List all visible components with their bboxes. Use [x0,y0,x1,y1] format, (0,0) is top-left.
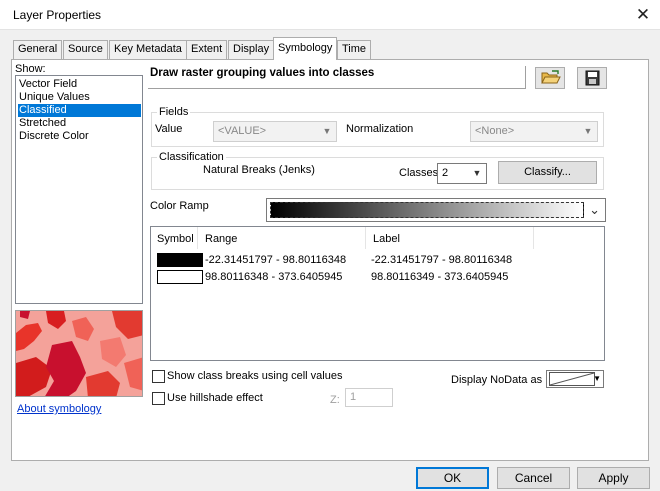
normalization-dropdown[interactable]: <None> ▼ [470,121,598,142]
chevron-down-icon: ⌄ [589,202,600,217]
open-layer-file-button[interactable] [535,67,565,89]
class-symbol-swatch[interactable] [157,270,203,284]
classes-dropdown-text: 2 [442,167,449,179]
tab-general[interactable]: General [13,40,63,59]
chevron-down-icon: ▼ [472,168,482,178]
value-label: Value [155,123,183,135]
column-header-symbol[interactable]: Symbol [151,227,198,249]
classification-group-label: Classification [157,151,226,163]
chevron-down-icon: ▼ [322,126,332,136]
renderer-heading: Draw raster grouping values into classes [150,67,375,79]
class-label[interactable]: -22.31451797 - 98.80116348 [371,254,512,266]
z-factor-input[interactable]: 1 [345,388,393,407]
show-item-stretched[interactable]: Stretched [18,117,141,130]
class-label[interactable]: 98.80116349 - 373.6405945 [371,271,508,283]
class-range[interactable]: 98.80116348 - 373.6405945 [205,271,342,283]
value-dropdown[interactable]: <VALUE> ▼ [213,121,337,142]
nodata-color-dropdown[interactable]: ▼ [546,370,604,388]
about-symbology-link[interactable]: About symbology [17,403,101,415]
ok-button[interactable]: OK [416,467,489,489]
value-dropdown-text: <VALUE> [218,125,267,137]
color-ramp-label: Color Ramp [150,200,209,212]
chevron-down-icon: ▼ [583,126,593,136]
show-class-breaks-label: Show class breaks using cell values [167,370,343,382]
z-label: Z: [330,394,340,406]
tab-key-metadata[interactable]: Key Metadata [109,40,187,59]
show-item-vector-field[interactable]: Vector Field [18,78,141,91]
classes-dropdown[interactable]: 2 ▼ [437,163,487,184]
symbology-preview-image [15,310,143,397]
show-item-classified[interactable]: Classified [18,104,141,117]
class-symbol-swatch[interactable] [157,253,203,267]
hillshade-checkbox[interactable] [152,392,165,405]
color-ramp-gradient [270,202,584,218]
save-icon [585,70,600,86]
class-table[interactable]: Symbol Range Label -22.31451797 - 98.801… [150,226,605,361]
tab-extent[interactable]: Extent [186,40,228,59]
folder-open-icon [541,70,561,84]
show-item-discrete-color[interactable]: Discrete Color [18,130,141,143]
tab-symbology[interactable]: Symbology [273,37,338,60]
hillshade-label: Use hillshade effect [167,392,263,404]
column-header-range[interactable]: Range [199,227,366,249]
column-header-label[interactable]: Label [367,227,534,249]
show-label: Show: [15,63,46,75]
nodata-label: Display NoData as [451,374,543,386]
color-ramp-dropdown[interactable]: ⌄ [266,198,606,222]
class-range[interactable]: -22.31451797 - 98.80116348 [205,254,346,266]
close-icon[interactable]: ✕ [632,4,654,26]
tab-display[interactable]: Display [228,40,275,59]
normalization-dropdown-text: <None> [475,125,515,137]
classify-button[interactable]: Classify... [498,161,597,184]
raster-preview-graphic [16,311,142,396]
save-layer-file-button[interactable] [577,67,607,89]
classes-label: Classes [399,167,439,179]
fields-group-label: Fields [157,106,191,118]
show-class-breaks-checkbox[interactable] [152,370,165,383]
window-title: Layer Properties [13,8,102,22]
no-color-swatch-icon [549,372,595,386]
tab-source[interactable]: Source [63,40,108,59]
normalization-label: Normalization [346,123,414,135]
show-list[interactable]: Vector Field Unique Values Classified St… [15,75,143,304]
chevron-down-icon: ▼ [593,374,601,383]
apply-button[interactable]: Apply [577,467,650,489]
classification-method: Natural Breaks (Jenks) [203,164,315,176]
cancel-button[interactable]: Cancel [497,467,570,489]
show-item-unique-values[interactable]: Unique Values [18,91,141,104]
tab-time[interactable]: Time [337,40,372,59]
